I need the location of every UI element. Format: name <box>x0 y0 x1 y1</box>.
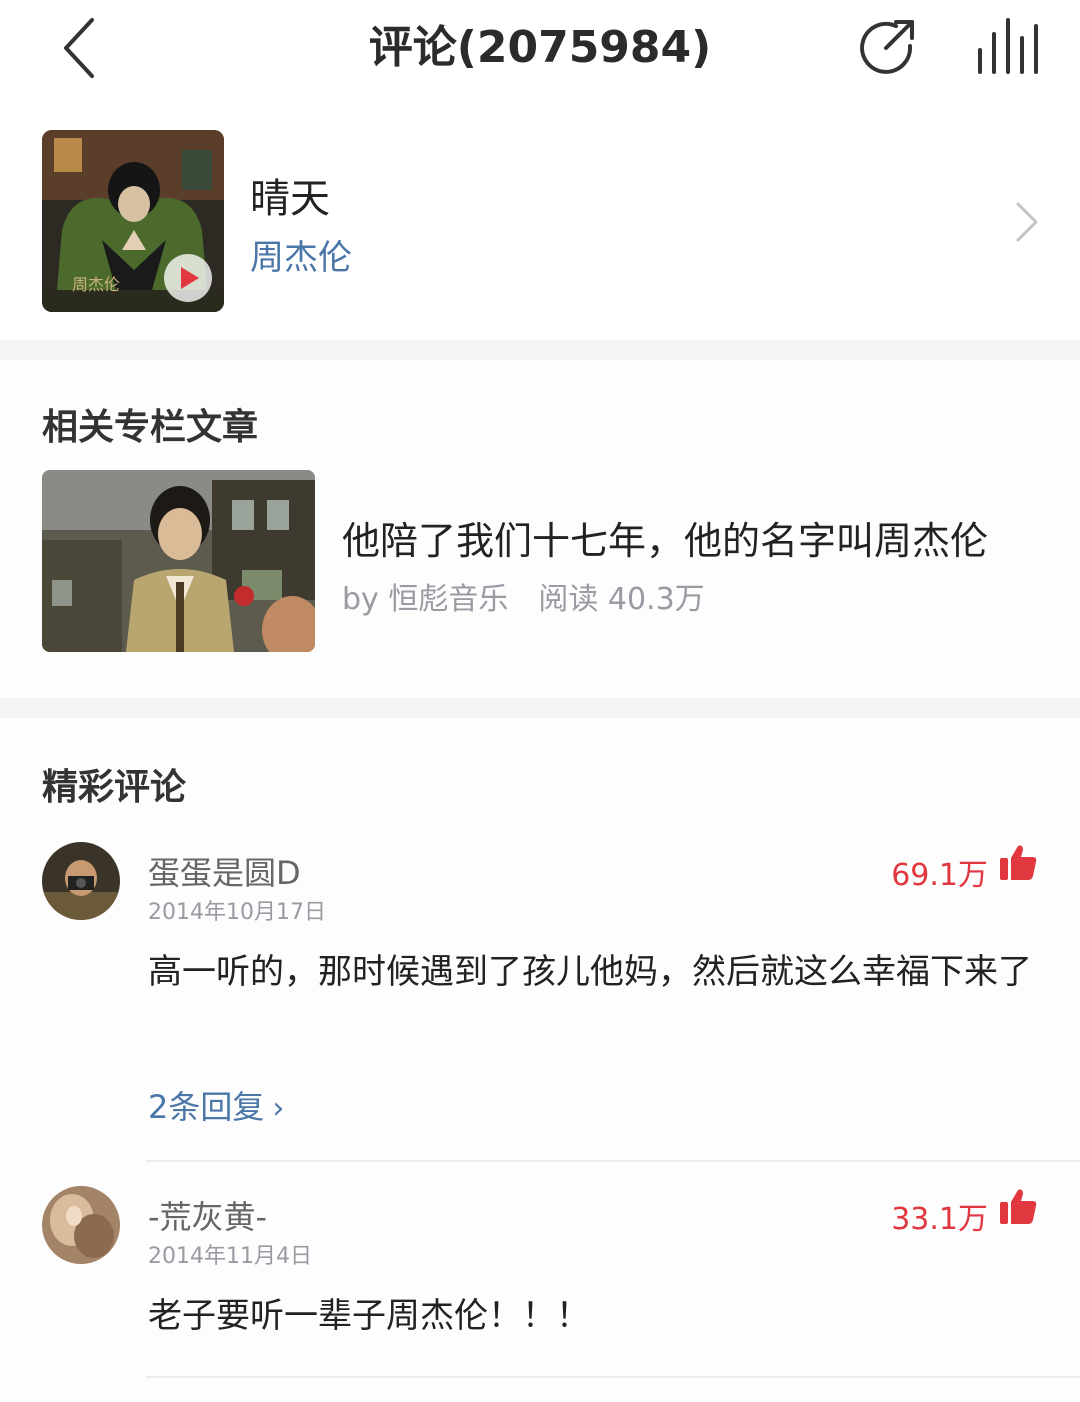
nav-header: 评论(2075984) <box>0 0 1080 100</box>
chevron-right-icon <box>1016 202 1038 242</box>
comment-divider <box>146 1376 1080 1378</box>
comment-divider <box>146 1160 1080 1162</box>
section-title: 相关专栏文章 <box>42 407 259 448</box>
article-thumbnail[interactable] <box>42 470 315 652</box>
like-count: 33.1万 <box>891 1202 988 1237</box>
section-title: 精彩评论 <box>42 767 187 808</box>
article-meta: by 恒彪音乐 阅读 40.3万 <box>342 574 705 618</box>
article-author: by 恒彪音乐 <box>342 582 509 617</box>
song-title: 晴天 <box>250 176 330 222</box>
svg-text:周杰伦: 周杰伦 <box>72 276 120 294</box>
section-divider <box>0 340 1080 360</box>
share-icon[interactable] <box>856 16 918 78</box>
comment-username[interactable]: 蛋蛋是圆D <box>148 848 301 894</box>
song-card[interactable]: 周杰伦 晴天 周杰伦 <box>0 100 1080 340</box>
article-read-count: 阅读 40.3万 <box>538 582 705 617</box>
artist-link[interactable]: 周杰伦 <box>250 230 352 279</box>
thumbs-up-icon[interactable] <box>998 842 1038 882</box>
replies-link[interactable]: 2条回复 › <box>148 1082 284 1128</box>
comment-text: 高一听的，那时候遇到了孩儿他妈，然后就这么幸福下来了 <box>148 952 1032 992</box>
avatar[interactable] <box>42 1186 120 1264</box>
featured-comments-section: 精彩评论 蛋蛋是圆D 2014年10月17日 69.1万 高一听的，那时候遇到了… <box>0 718 1080 1402</box>
article-title[interactable]: 他陪了我们十七年，他的名字叫周杰伦 <box>342 510 988 565</box>
comment-username[interactable]: -荒灰黄- <box>148 1192 267 1238</box>
comment-text: 老子要听一辈子周杰伦！！！ <box>148 1296 590 1336</box>
album-cover[interactable]: 周杰伦 <box>42 130 224 312</box>
related-articles-section: 相关专栏文章 他陪了我们十七年，他的名字叫周杰伦 by 恒彪音乐 阅读 40.3万 <box>0 360 1080 698</box>
replies-label: 2条回复 <box>148 1088 265 1126</box>
chevron-right-icon: › <box>272 1091 285 1126</box>
avatar[interactable] <box>42 842 120 920</box>
page-title: 评论(2075984) <box>368 22 712 73</box>
like-count: 69.1万 <box>891 858 988 893</box>
comment-date: 2014年11月4日 <box>148 1244 312 1269</box>
section-divider <box>0 698 1080 718</box>
audio-bars-icon[interactable] <box>972 16 1042 80</box>
comment-date: 2014年10月17日 <box>148 900 326 925</box>
thumbs-up-icon[interactable] <box>998 1186 1038 1226</box>
